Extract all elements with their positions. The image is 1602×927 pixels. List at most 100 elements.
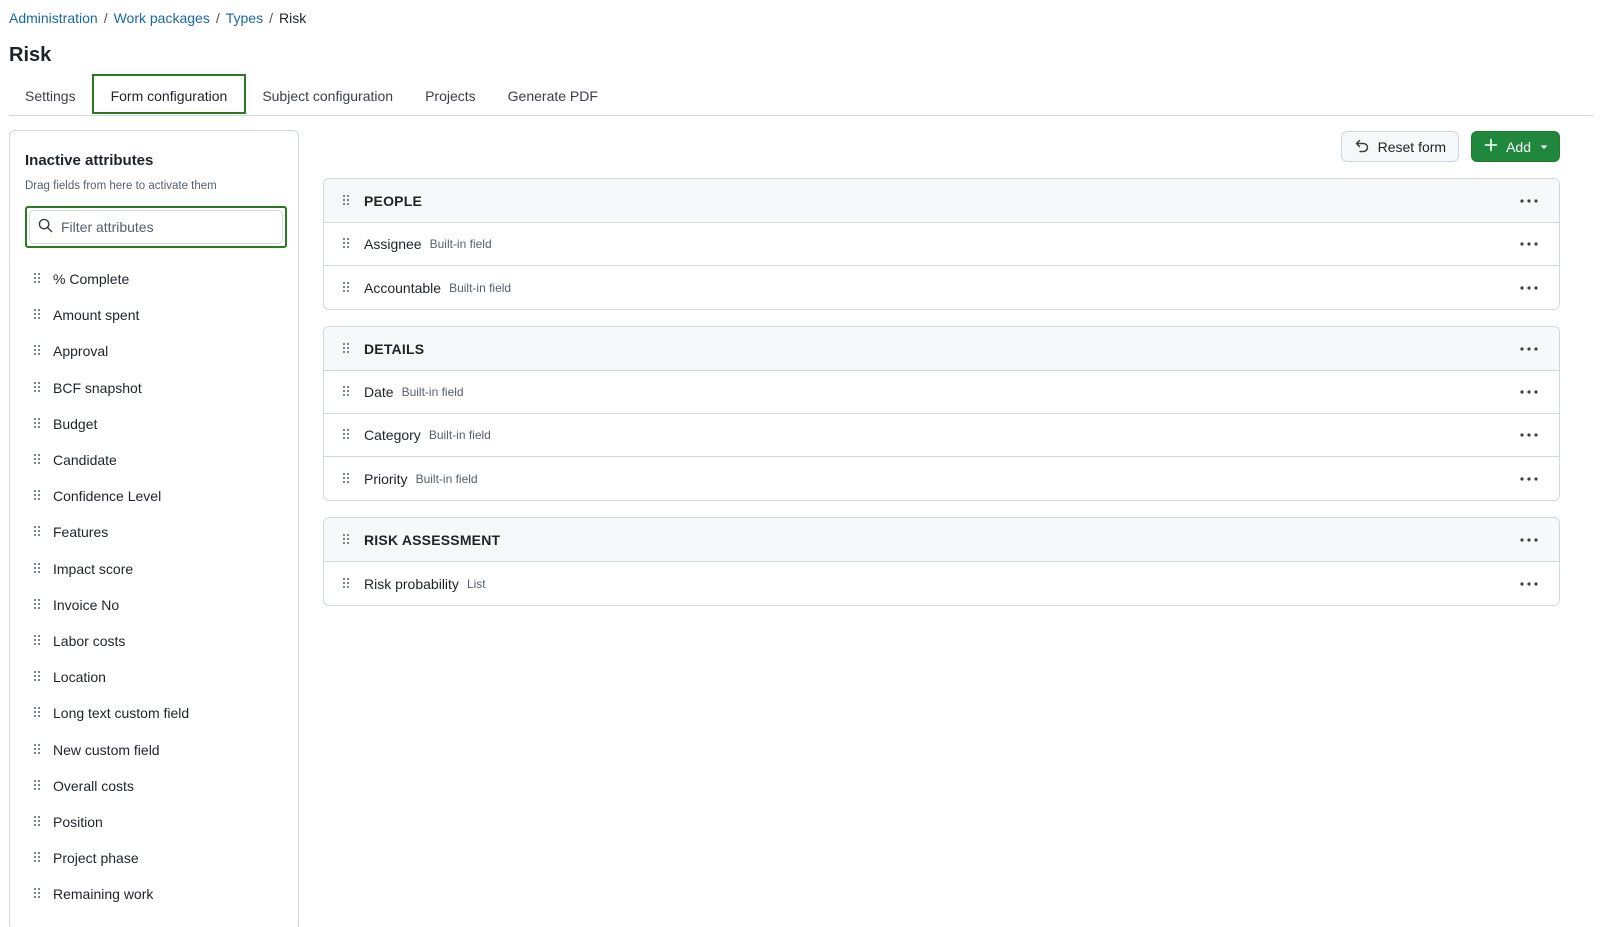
attribute-label: Date bbox=[364, 384, 394, 400]
reset-form-button[interactable]: Reset form bbox=[1340, 131, 1460, 162]
drag-handle-icon[interactable] bbox=[342, 342, 352, 356]
breadcrumb-link-work-packages[interactable]: Work packages bbox=[114, 10, 210, 26]
form-toolbar: Reset form Add bbox=[1340, 131, 1560, 162]
drag-handle-icon[interactable] bbox=[342, 472, 352, 486]
group-header: PEOPLE bbox=[324, 179, 1559, 223]
inactive-attribute-label: Features bbox=[53, 524, 109, 541]
inactive-attribute-label: Budget bbox=[53, 415, 98, 432]
inactive-attribute-labor-costs[interactable]: Labor costs bbox=[25, 623, 285, 659]
inactive-attribute-label: Overall costs bbox=[53, 777, 134, 794]
active-attribute-date[interactable]: Date Built-in field bbox=[324, 371, 1559, 414]
inactive-attribute-approval[interactable]: Approval bbox=[25, 333, 285, 369]
group-header: RISK ASSESSMENT bbox=[324, 518, 1559, 562]
attribute-group-people: PEOPLE Assignee Built-in field Accountable B… bbox=[323, 178, 1560, 310]
inactive-attribute-label: Long text custom field bbox=[53, 705, 190, 722]
inactive-attribute-candidate[interactable]: Candidate bbox=[25, 442, 285, 478]
inactive-attribute-confidence-level[interactable]: Confidence Level bbox=[25, 478, 285, 514]
drag-handle-icon[interactable] bbox=[33, 417, 43, 431]
add-button[interactable]: Add bbox=[1471, 131, 1560, 162]
attribute-label: Accountable bbox=[364, 279, 442, 296]
drag-handle-icon[interactable] bbox=[342, 194, 352, 208]
drag-handle-icon[interactable] bbox=[342, 533, 352, 547]
inactive-attribute-remaining-work[interactable]: Remaining work bbox=[25, 876, 285, 912]
filter-attributes-focus-ring bbox=[25, 206, 287, 248]
drag-handle-icon[interactable] bbox=[342, 237, 352, 251]
attribute-type: Built-in field bbox=[401, 385, 464, 399]
inactive-attribute-overall-costs[interactable]: Overall costs bbox=[25, 768, 285, 804]
drag-handle-icon[interactable] bbox=[33, 743, 43, 757]
breadcrumb-link-types[interactable]: Types bbox=[226, 10, 263, 26]
active-attribute-accountable[interactable]: Accountable Built-in field bbox=[324, 266, 1559, 309]
tab-subject-configuration[interactable]: Subject configuration bbox=[246, 74, 409, 114]
breadcrumb-current: Risk bbox=[278, 10, 307, 26]
inactive-attribute-amount-spent[interactable]: Amount spent bbox=[25, 297, 285, 333]
tab-projects[interactable]: Projects bbox=[409, 74, 492, 114]
drag-handle-icon[interactable] bbox=[33, 670, 43, 684]
active-attribute-risk-probability[interactable]: Risk probability List bbox=[324, 562, 1559, 605]
drag-handle-icon[interactable] bbox=[33, 706, 43, 720]
active-attribute-category[interactable]: Category Built-in field bbox=[324, 414, 1559, 457]
more-horizontal-icon[interactable] bbox=[1517, 469, 1541, 489]
inactive-attribute-label: New custom field bbox=[53, 741, 160, 758]
drag-handle-icon[interactable] bbox=[33, 815, 43, 829]
inactive-attribute-label: Remaining work bbox=[53, 886, 154, 903]
drag-handle-icon[interactable] bbox=[33, 634, 43, 648]
tab-generate-pdf[interactable]: Generate PDF bbox=[492, 74, 614, 114]
filter-attributes-input[interactable] bbox=[61, 219, 261, 235]
attribute-label: Risk probability bbox=[364, 575, 459, 592]
attribute-type: Built-in field bbox=[449, 280, 512, 295]
drag-handle-icon[interactable] bbox=[342, 385, 352, 399]
breadcrumb-separator: / bbox=[269, 10, 273, 26]
more-horizontal-icon[interactable] bbox=[1517, 530, 1541, 550]
add-label: Add bbox=[1506, 138, 1531, 155]
more-horizontal-icon[interactable] bbox=[1517, 425, 1541, 445]
breadcrumb-link-administration[interactable]: Administration bbox=[9, 10, 98, 26]
drag-handle-icon[interactable] bbox=[33, 562, 43, 576]
attribute-group-details: DETAILS Date Built-in field Category Built-i… bbox=[323, 326, 1560, 501]
inactive-attribute-features[interactable]: Features bbox=[25, 514, 285, 550]
attribute-label: Category bbox=[364, 427, 421, 443]
drag-handle-icon[interactable] bbox=[33, 887, 43, 901]
drag-handle-icon[interactable] bbox=[33, 851, 43, 865]
drag-handle-icon[interactable] bbox=[33, 525, 43, 539]
plus-icon bbox=[1484, 138, 1498, 155]
inactive-attribute-impact-score[interactable]: Impact score bbox=[25, 551, 285, 587]
more-horizontal-icon[interactable] bbox=[1517, 278, 1541, 298]
inactive-attribute-budget[interactable]: Budget bbox=[25, 406, 285, 442]
drag-handle-icon[interactable] bbox=[342, 281, 352, 295]
inactive-attribute-invoice-no[interactable]: Invoice No bbox=[25, 587, 285, 623]
reset-form-label: Reset form bbox=[1377, 138, 1447, 155]
inactive-attributes-list: % Complete Amount spent Approval BCF snapsh… bbox=[25, 261, 285, 912]
more-horizontal-icon[interactable] bbox=[1517, 382, 1541, 402]
tab-form-configuration[interactable]: Form configuration bbox=[91, 74, 247, 114]
inactive-attribute-long-text-custom-field[interactable]: Long text custom field bbox=[25, 695, 285, 731]
more-horizontal-icon[interactable] bbox=[1517, 234, 1541, 254]
more-horizontal-icon[interactable] bbox=[1517, 339, 1541, 359]
more-horizontal-icon[interactable] bbox=[1517, 574, 1541, 594]
drag-handle-icon[interactable] bbox=[33, 489, 43, 503]
active-attribute-assignee[interactable]: Assignee Built-in field bbox=[324, 223, 1559, 266]
drag-handle-icon[interactable] bbox=[33, 308, 43, 322]
inactive-attributes-panel: Inactive attributes Drag fields from her… bbox=[9, 130, 299, 927]
drag-handle-icon[interactable] bbox=[33, 453, 43, 467]
inactive-attribute-new-custom-field[interactable]: New custom field bbox=[25, 731, 285, 767]
drag-handle-icon[interactable] bbox=[33, 381, 43, 395]
inactive-attribute-position[interactable]: Position bbox=[25, 804, 285, 840]
inactive-attribute-bcf-snapshot[interactable]: BCF snapshot bbox=[25, 370, 285, 406]
more-horizontal-icon[interactable] bbox=[1517, 191, 1541, 211]
active-attribute-priority[interactable]: Priority Built-in field bbox=[324, 457, 1559, 500]
inactive-attribute-complete[interactable]: % Complete bbox=[25, 261, 285, 297]
group-name: RISK ASSESSMENT bbox=[364, 531, 501, 548]
group-name: PEOPLE bbox=[364, 192, 422, 209]
inactive-attribute-location[interactable]: Location bbox=[25, 659, 285, 695]
drag-handle-icon[interactable] bbox=[342, 577, 352, 591]
drag-handle-icon[interactable] bbox=[33, 344, 43, 358]
drag-handle-icon[interactable] bbox=[33, 272, 43, 286]
drag-handle-icon[interactable] bbox=[33, 598, 43, 612]
inactive-attribute-project-phase[interactable]: Project phase bbox=[25, 840, 285, 876]
tab-settings[interactable]: Settings bbox=[9, 74, 92, 114]
drag-handle-icon[interactable] bbox=[33, 779, 43, 793]
drag-handle-icon[interactable] bbox=[342, 428, 352, 442]
attribute-type: List bbox=[466, 576, 486, 591]
breadcrumb: Administration / Work packages / Types /… bbox=[9, 10, 306, 26]
